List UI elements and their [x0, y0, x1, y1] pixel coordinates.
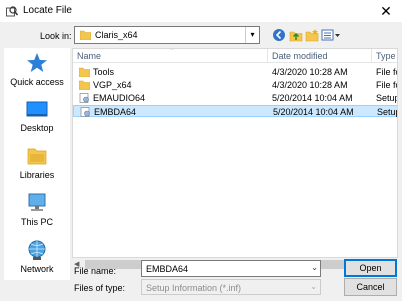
file-name: Tools	[93, 67, 115, 77]
column-header-date[interactable]: Date modified	[272, 51, 328, 61]
place-libraries[interactable]: Libraries	[4, 145, 70, 180]
setup-info-icon	[79, 93, 89, 103]
column-header-name[interactable]: Name	[77, 51, 101, 61]
view-menu-icon[interactable]	[321, 28, 341, 42]
file-type: File fo	[376, 67, 397, 77]
file-date: 4/3/2020 10:28 AM	[272, 67, 348, 77]
chevron-down-icon[interactable]: ⌄	[311, 263, 318, 272]
star-icon	[27, 53, 47, 72]
libraries-icon	[27, 148, 47, 165]
up-folder-icon[interactable]	[289, 28, 303, 42]
dialog-body: Look in: Claris_x64 ▾ Quick access Deskt…	[0, 22, 402, 301]
open-button[interactable]: Open	[344, 259, 397, 277]
file-date: 5/20/2014 10:04 AM	[272, 93, 353, 103]
list-item[interactable]: Tools 4/3/2020 10:28 AM File fo	[73, 66, 397, 78]
setup-info-icon	[80, 107, 90, 117]
back-icon[interactable]	[272, 28, 286, 42]
filetype-select[interactable]: Setup Information (*.inf) ⌄	[141, 279, 321, 295]
places-bar: Quick access Desktop Libraries This PC N…	[4, 48, 70, 280]
title-bar: Locate File ✕	[0, 0, 402, 22]
file-name: EMAUDIO64	[93, 93, 146, 103]
place-label: Network	[20, 264, 54, 274]
file-name: EMBDA64	[94, 107, 137, 117]
place-label: Desktop	[20, 123, 54, 133]
folder-icon	[79, 67, 90, 77]
file-date: 4/3/2020 10:28 AM	[272, 80, 348, 90]
app-icon	[6, 6, 18, 17]
network-icon	[28, 240, 46, 260]
list-item[interactable]: VGP_x64 4/3/2020 10:28 AM File fo	[73, 79, 397, 91]
filename-label: File name:	[74, 266, 117, 276]
filetype-label: Files of type:	[74, 283, 126, 293]
file-date: 5/20/2014 10:04 AM	[273, 107, 354, 117]
list-header: ⌃ Name Date modified Type	[73, 48, 397, 63]
filetype-value: Setup Information (*.inf)	[146, 283, 242, 293]
chevron-down-icon[interactable]: ⌄	[310, 282, 317, 291]
folder-icon	[80, 30, 91, 40]
file-list[interactable]: ⌃ Name Date modified Type Tools 4/3/2020…	[72, 48, 398, 258]
lookin-label: Look in:	[40, 31, 72, 41]
filename-input[interactable]: EMBDA64 ⌄	[141, 260, 321, 277]
place-label: This PC	[20, 217, 53, 227]
list-item-selected[interactable]: EMBDA64 5/20/2014 10:04 AM Setup	[73, 105, 397, 117]
computer-icon	[28, 193, 46, 211]
sort-ascending-icon: ⌃	[169, 48, 175, 55]
folder-icon	[79, 80, 90, 90]
place-label: Libraries	[19, 170, 55, 180]
filename-value: EMBDA64	[146, 264, 189, 274]
desktop-icon	[26, 101, 48, 117]
place-network[interactable]: Network	[4, 239, 70, 274]
place-label: Quick access	[10, 77, 64, 87]
list-item[interactable]: EMAUDIO64 5/20/2014 10:04 AM Setup	[73, 92, 398, 104]
lookin-combo[interactable]: Claris_x64 ▾	[74, 26, 260, 44]
close-button[interactable]: ✕	[376, 2, 396, 20]
file-type: Setup	[376, 93, 398, 103]
place-desktop[interactable]: Desktop	[4, 98, 70, 133]
place-this-pc[interactable]: This PC	[4, 192, 70, 227]
file-type: Setup	[377, 107, 397, 117]
file-type: File fo	[376, 80, 397, 90]
file-name: VGP_x64	[93, 80, 132, 90]
place-quick-access[interactable]: Quick access	[4, 52, 70, 87]
new-folder-icon[interactable]	[305, 28, 319, 42]
cancel-button[interactable]: Cancel	[344, 278, 397, 296]
window-title: Locate File	[23, 5, 72, 16]
chevron-down-icon[interactable]: ▾	[245, 27, 259, 43]
lookin-value: Claris_x64	[95, 30, 138, 40]
column-header-type[interactable]: Type	[376, 51, 396, 61]
